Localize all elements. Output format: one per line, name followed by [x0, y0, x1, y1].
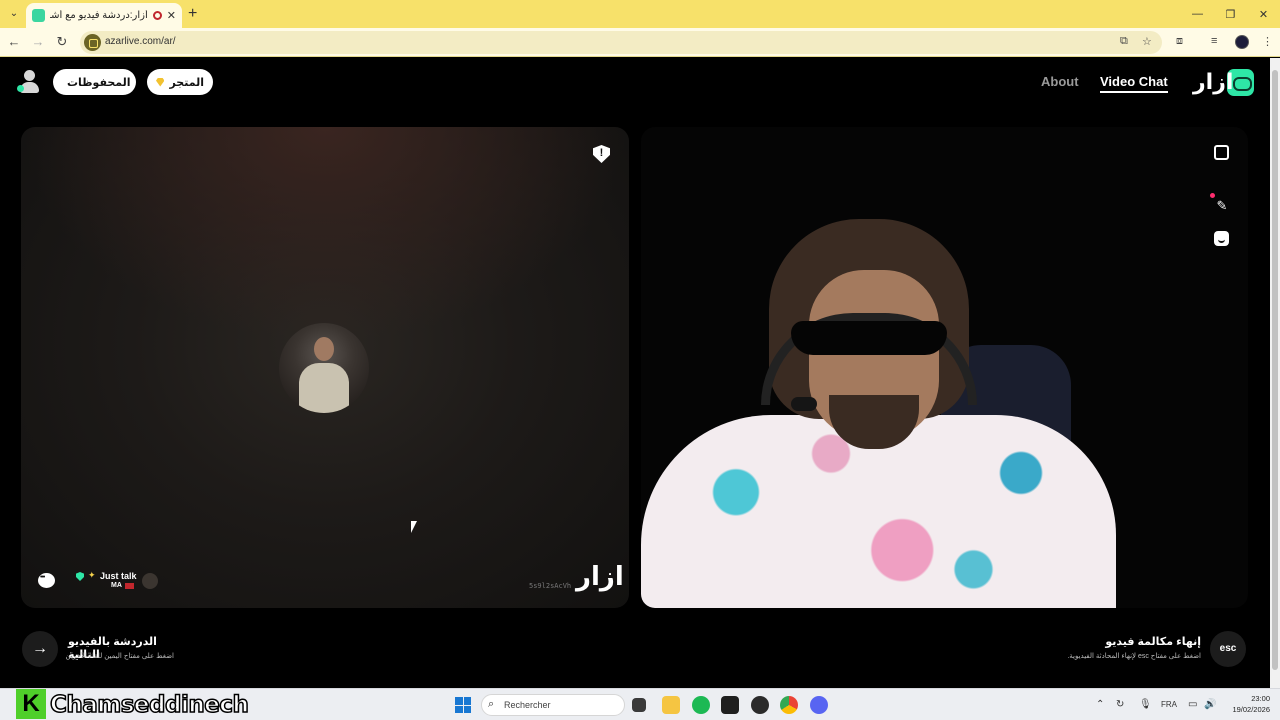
- tray-language[interactable]: FRA: [1161, 700, 1177, 709]
- recording-icon: [152, 11, 162, 20]
- taskbar-search[interactable]: ⌕ Rechercher: [481, 694, 625, 716]
- user-head: [24, 70, 35, 81]
- next-chat-subtitle: اضغط على مفتاح اليمين للقاء الآخرين: [65, 653, 174, 660]
- sparkle-icon: ✦: [88, 570, 96, 580]
- microphone-icon[interactable]: 🎙: [1139, 699, 1152, 710]
- magic-wand-icon[interactable]: ✎: [1214, 198, 1230, 214]
- online-status-dot: [17, 85, 24, 92]
- session-id: 5s9l2sAcVh: [529, 582, 572, 590]
- windows-start-icon[interactable]: [455, 697, 471, 713]
- profile-avatar[interactable]: [1235, 35, 1249, 49]
- partner-badge-label: Just talk: [100, 571, 137, 581]
- azar-logo-text[interactable]: ازار: [1193, 69, 1233, 95]
- search-icon: ⌕: [488, 698, 495, 710]
- user-profile-icon[interactable]: [17, 70, 39, 94]
- chat-bubble-icon[interactable]: [38, 573, 55, 588]
- sunglasses: [791, 321, 947, 355]
- back-arrow-icon[interactable]: ←: [6, 34, 22, 50]
- partner-country: MA: [111, 582, 122, 589]
- avatar-body: [299, 363, 349, 413]
- volume-icon[interactable]: 🔊: [1204, 699, 1216, 710]
- partner-avatar: [279, 323, 369, 413]
- next-chat-button[interactable]: →: [22, 631, 58, 667]
- azar-page: ازار Video Chat About المتجر المحفوظات !…: [0, 58, 1270, 688]
- spotify-icon[interactable]: [692, 696, 710, 714]
- tray-overflow-icon[interactable]: ⌃: [1096, 699, 1104, 710]
- tab-search-icon[interactable]: ⌄: [6, 6, 22, 22]
- sync-icon[interactable]: ↻: [1116, 699, 1124, 710]
- scrollbar-thumb[interactable]: [1272, 70, 1278, 670]
- browser-toolbar: ← → ↻ azarlive.com/ar/ ⧉ ☆ ⧈ ≡ ⋮: [0, 28, 1280, 57]
- avatar-head: [314, 337, 334, 361]
- streamer-logo: K: [16, 689, 46, 719]
- expand-icon[interactable]: [1214, 145, 1229, 160]
- extensions-icon[interactable]: ⧈: [1176, 35, 1183, 48]
- window-close-icon[interactable]: ✕: [1247, 0, 1280, 28]
- azar-favicon-icon: [32, 9, 45, 22]
- end-call-subtitle: اضغط على مفتاح esc لإنهاء المحادثة الفيد…: [1067, 653, 1201, 660]
- streamer-name-overlay: Chamseddinech: [49, 691, 249, 719]
- partner-badge: ✦ Just talk MA: [76, 570, 166, 592]
- nav-video-chat[interactable]: Video Chat: [1100, 74, 1168, 93]
- morocco-flag-icon: [125, 583, 134, 589]
- saved-button[interactable]: المحفوظات: [53, 69, 136, 95]
- discord-icon[interactable]: [810, 696, 828, 714]
- task-view-icon[interactable]: [632, 698, 646, 712]
- mouse-cursor-icon: [411, 521, 421, 533]
- network-icon[interactable]: ▭: [1188, 699, 1197, 710]
- reload-icon[interactable]: ↻: [54, 34, 70, 50]
- self-camera-feed: [641, 215, 1248, 608]
- tab-title: أزار:دردشة فيديو مع أشخاص: [50, 10, 148, 21]
- end-call-button[interactable]: esc: [1210, 631, 1246, 667]
- address-bar[interactable]: azarlive.com/ar/ ⧉ ☆: [80, 31, 1162, 54]
- bookmark-star-icon[interactable]: ☆: [1142, 35, 1152, 48]
- verified-shield-icon: [76, 572, 84, 581]
- forward-arrow-icon[interactable]: →: [30, 34, 46, 50]
- page-scrollbar[interactable]: [1270, 58, 1280, 688]
- tray-date[interactable]: 19/02/2026: [1222, 705, 1270, 714]
- browser-tab[interactable]: أزار:دردشة فيديو مع أشخاص ✕: [26, 3, 182, 28]
- obs-icon[interactable]: [751, 696, 769, 714]
- taskbar-search-placeholder: Rechercher: [504, 700, 551, 710]
- nav-about[interactable]: About: [1041, 74, 1079, 89]
- minimize-icon[interactable]: —: [1181, 0, 1214, 28]
- file-explorer-icon[interactable]: [662, 696, 680, 714]
- new-tab-button[interactable]: +: [188, 5, 197, 23]
- tab-close-icon[interactable]: ✕: [167, 9, 176, 22]
- windows-taskbar: K Chamseddinech ⌕ Rechercher ⌃ ↻ 🎙 FRA ▭…: [0, 688, 1280, 720]
- window-controls: — ❐ ✕: [1181, 0, 1280, 28]
- gem-icon: [156, 77, 165, 87]
- self-video-panel: ✎: [641, 127, 1248, 608]
- end-call-title[interactable]: إنهاء مكالمة فيديو: [1090, 635, 1201, 648]
- chrome-icon[interactable]: [780, 696, 798, 714]
- install-app-icon[interactable]: ⧉: [1120, 35, 1128, 48]
- browser-menu-icon[interactable]: ⋮: [1262, 35, 1273, 48]
- partner-video-panel: ! ✦ Just talk MA 5s9l2sAcVh ازار: [21, 127, 629, 608]
- browser-tab-bar: ⌄ أزار:دردشة فيديو مع أشخاص ✕ + — ❐ ✕: [0, 0, 1280, 28]
- media-player-icon[interactable]: [721, 696, 739, 714]
- restore-icon[interactable]: ❐: [1214, 0, 1247, 28]
- partner-thumbnail: [142, 573, 158, 589]
- store-label: المتجر: [169, 76, 204, 89]
- saved-label: المحفوظات: [67, 76, 131, 89]
- emoji-icon[interactable]: [1214, 231, 1229, 246]
- address-url: azarlive.com/ar/: [105, 36, 176, 47]
- panel-watermark-logo: ازار: [576, 561, 624, 591]
- site-info-icon[interactable]: [84, 34, 101, 51]
- tray-time[interactable]: 23:00: [1232, 694, 1270, 703]
- headset-mic: [791, 397, 817, 411]
- store-button[interactable]: المتجر: [147, 69, 213, 95]
- media-controls-icon[interactable]: ≡: [1211, 35, 1217, 47]
- report-shield-icon[interactable]: !: [593, 145, 610, 163]
